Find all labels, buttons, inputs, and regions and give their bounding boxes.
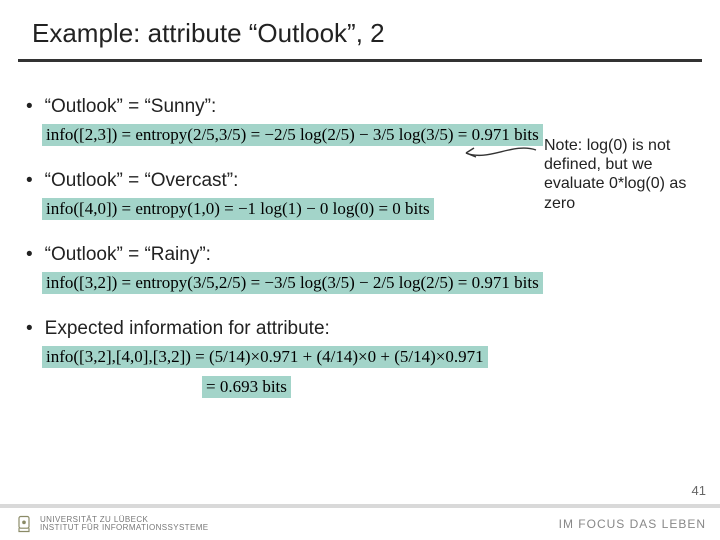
formula-expected-2: = 0.693 bits bbox=[202, 376, 291, 398]
university-text: UNIVERSITÄT ZU LÜBECK INSTITUT FÜR INFOR… bbox=[40, 516, 209, 533]
bullet-expected-text: Expected information for attribute: bbox=[45, 318, 330, 340]
bullet-rainy-text: “Outlook” = “Rainy”: bbox=[45, 244, 211, 266]
bullet-expected: Expected information for attribute: bbox=[22, 318, 700, 340]
formula-overcast: info([4,0]) = entropy(1,0) = −1 log(1) −… bbox=[42, 198, 434, 220]
formula-rainy: info([3,2]) = entropy(3/5,2/5) = −3/5 lo… bbox=[42, 272, 543, 294]
bullet-sunny-text: “Outlook” = “Sunny”: bbox=[45, 96, 217, 118]
annotation-arrow-icon bbox=[458, 140, 538, 166]
page-number: 41 bbox=[692, 483, 706, 498]
university-line2: INSTITUT FÜR INFORMATIONSSYSTEME bbox=[40, 524, 209, 532]
bullet-sunny: “Outlook” = “Sunny”: bbox=[22, 96, 700, 118]
bullet-overcast-text: “Outlook” = “Overcast”: bbox=[45, 170, 239, 192]
formula-expected-1: info([3,2],[4,0],[3,2]) = (5/14)×0.971 +… bbox=[42, 346, 488, 368]
bullet-rainy: “Outlook” = “Rainy”: bbox=[22, 244, 700, 266]
annotation-note: Note: log(0) is not defined, but we eval… bbox=[544, 136, 694, 213]
university-block: UNIVERSITÄT ZU LÜBECK INSTITUT FÜR INFOR… bbox=[14, 514, 209, 534]
university-logo-icon bbox=[14, 514, 34, 534]
footer-tagline: IM FOCUS DAS LEBEN bbox=[559, 517, 706, 531]
slide-content: “Outlook” = “Sunny”: info([2,3]) = entro… bbox=[0, 62, 720, 404]
slide-title: Example: attribute “Outlook”, 2 bbox=[0, 0, 720, 59]
slide-footer: UNIVERSITÄT ZU LÜBECK INSTITUT FÜR INFOR… bbox=[0, 504, 720, 540]
